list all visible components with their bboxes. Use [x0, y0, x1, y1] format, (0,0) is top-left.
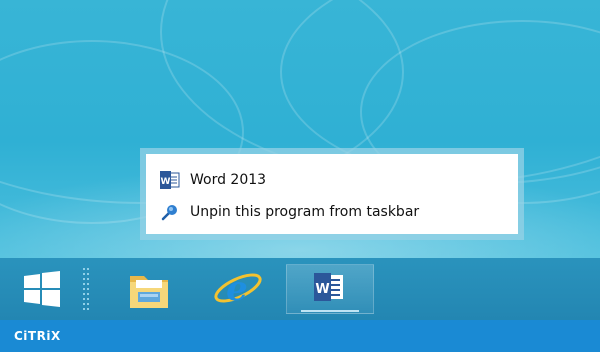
svg-text:W: W — [315, 282, 329, 297]
folder-icon — [130, 276, 168, 308]
unpin-icon — [160, 202, 180, 222]
jump-list-panel: W Word 2013 Unpin this program from task… — [146, 154, 518, 234]
svg-text:W: W — [161, 177, 171, 187]
taskbar-grip[interactable] — [82, 266, 92, 312]
jump-list: W Word 2013 Unpin this program from task… — [140, 148, 524, 240]
svg-text:e: e — [226, 269, 248, 309]
word-button[interactable]: W — [286, 264, 374, 314]
citrix-bar: CiTRiX — [0, 320, 600, 352]
citrix-logo[interactable]: CiTRiX — [14, 329, 61, 343]
windows-logo-icon — [24, 271, 60, 307]
active-indicator — [301, 310, 359, 312]
start-button[interactable] — [18, 268, 66, 310]
jump-list-item-label: Unpin this program from taskbar — [190, 204, 420, 220]
file-explorer-button[interactable] — [118, 264, 180, 314]
word-icon: W — [160, 170, 180, 190]
jump-list-item-unpin[interactable]: Unpin this program from taskbar — [160, 200, 419, 224]
word-icon: W — [314, 273, 343, 301]
jump-list-item-word[interactable]: W Word 2013 — [160, 168, 266, 192]
internet-explorer-button[interactable]: e — [206, 264, 268, 314]
jump-list-item-label: Word 2013 — [190, 172, 267, 188]
internet-explorer-icon: e — [214, 269, 262, 309]
